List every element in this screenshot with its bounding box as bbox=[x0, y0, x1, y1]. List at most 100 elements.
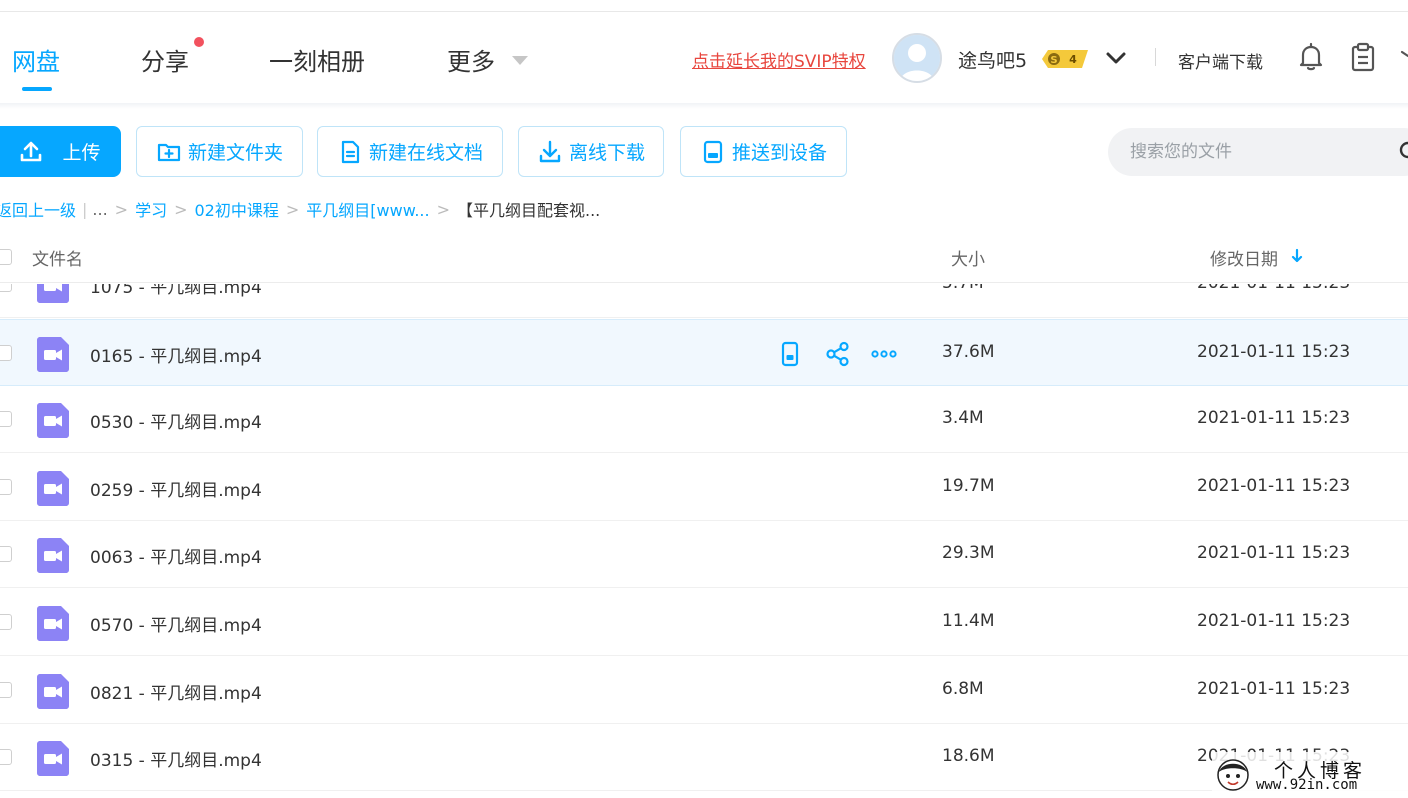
table-row[interactable]: 0821 - 平几纲目.mp4 6.8M 2021-01-11 15:23 bbox=[0, 657, 1408, 724]
share-notification-dot bbox=[194, 37, 204, 47]
breadcrumb-separator: > bbox=[174, 199, 188, 219]
file-size: 18.6M bbox=[942, 746, 995, 766]
table-row[interactable]: 0315 - 平几纲目.mp418.6M2021-01-11 15:23 bbox=[0, 724, 1408, 791]
table-row[interactable]: 0063 - 平几纲目.mp4 29.3M 2021-01-11 15:23 bbox=[0, 521, 1408, 588]
file-name[interactable]: 1075 - 平几纲目.mp4 bbox=[90, 284, 262, 298]
file-size: 5.7M bbox=[942, 284, 984, 293]
sort-descending-icon[interactable] bbox=[1290, 248, 1304, 264]
breadcrumb-divider: | bbox=[82, 199, 88, 219]
new-folder-label: 新建文件夹 bbox=[187, 142, 283, 164]
username[interactable]: 途鸟吧5 bbox=[958, 46, 1027, 73]
new-folder-button[interactable]: 新建文件夹 bbox=[136, 126, 303, 177]
table-row[interactable]: 1075 - 平几纲目.mp4 5.7M 2021-01-11 15:23 bbox=[0, 284, 1408, 318]
row-checkbox[interactable] bbox=[0, 682, 12, 698]
breadcrumb-item[interactable]: 平几纲目[www... bbox=[306, 197, 429, 221]
file-modified-date: 2021-01-11 15:23 bbox=[1197, 611, 1351, 631]
file-name[interactable]: 0063 - 平几纲目.mp4 bbox=[90, 543, 262, 568]
header-divider bbox=[1155, 48, 1156, 66]
table-row[interactable]: 0259 - 平几纲目.mp4 19.7M 2021-01-11 15:23 bbox=[0, 454, 1408, 521]
nav-tab-more[interactable]: 更多 bbox=[447, 42, 495, 77]
file-modified-date: 2021-01-11 15:23 bbox=[1197, 284, 1350, 293]
breadcrumb-back-link[interactable]: 返回上一级 bbox=[0, 197, 76, 221]
table-row[interactable]: 0530 - 平几纲目.mp4 3.4M 2021-01-11 15:23 bbox=[0, 386, 1408, 453]
video-file-icon bbox=[37, 606, 69, 641]
file-modified-date: 2021-01-11 15:23 bbox=[1197, 476, 1351, 496]
file-name[interactable]: 0315 - 平几纲目.mp4 bbox=[90, 746, 262, 771]
file-name[interactable]: 0259 - 平几纲目.mp4 bbox=[90, 476, 262, 501]
search-input[interactable] bbox=[1130, 138, 1390, 166]
file-size: 6.8M bbox=[942, 679, 984, 699]
more-caret-icon[interactable] bbox=[512, 56, 528, 65]
breadcrumb-ellipsis[interactable]: ... bbox=[92, 200, 107, 219]
row-checkbox[interactable] bbox=[0, 546, 12, 562]
file-size: 37.6M bbox=[942, 342, 995, 362]
upload-label: 上传 bbox=[62, 142, 101, 164]
offline-download-label: 离线下载 bbox=[568, 142, 645, 164]
svip-extend-link[interactable]: 点击延长我的SVIP特权 bbox=[692, 47, 866, 72]
video-file-icon bbox=[37, 538, 69, 573]
client-download-link[interactable]: 客户端下载 bbox=[1178, 48, 1263, 73]
share-icon[interactable] bbox=[824, 340, 852, 368]
upload-button[interactable]: 上传 bbox=[0, 126, 121, 177]
file-modified-date: 2021-01-11 15:23 bbox=[1197, 342, 1351, 362]
new-online-doc-label: 新建在线文档 bbox=[368, 142, 483, 164]
file-name[interactable]: 0821 - 平几纲目.mp4 bbox=[90, 679, 262, 704]
video-file-icon bbox=[37, 403, 69, 438]
more-options-icon[interactable] bbox=[870, 340, 898, 368]
watermark-url: www.92in.com bbox=[1256, 777, 1358, 793]
file-name[interactable]: 0165 - 平几纲目.mp4 bbox=[90, 342, 262, 367]
file-name[interactable]: 0570 - 平几纲目.mp4 bbox=[90, 611, 262, 636]
column-header-name[interactable]: 文件名 bbox=[32, 245, 83, 270]
table-row[interactable]: 0165 - 平几纲目.mp4 37.6M 2021-01-11 15:23 bbox=[0, 319, 1408, 386]
nav-tab-album[interactable]: 一刻相册 bbox=[269, 42, 365, 77]
avatar[interactable] bbox=[892, 33, 942, 83]
breadcrumb-item[interactable]: 学习 bbox=[135, 197, 167, 221]
breadcrumb-separator: > bbox=[285, 199, 300, 219]
settings-edge-icon[interactable] bbox=[1398, 42, 1408, 72]
folder-plus-icon bbox=[157, 143, 181, 161]
file-table-header: 文件名 大小 修改日期 bbox=[0, 233, 1408, 283]
row-checkbox[interactable] bbox=[0, 749, 12, 765]
svip-level-badge-icon: S 4 bbox=[1042, 50, 1088, 68]
row-checkbox[interactable] bbox=[0, 345, 12, 361]
search-icon[interactable] bbox=[1398, 140, 1408, 164]
row-checkbox[interactable] bbox=[0, 479, 12, 495]
search-box bbox=[1108, 128, 1408, 176]
row-checkbox[interactable] bbox=[0, 411, 12, 427]
select-all-checkbox[interactable] bbox=[0, 249, 12, 265]
file-size: 11.4M bbox=[942, 611, 995, 631]
file-size: 29.3M bbox=[942, 543, 995, 563]
new-online-doc-button[interactable]: 新建在线文档 bbox=[317, 126, 503, 177]
clipboard-icon[interactable] bbox=[1349, 42, 1377, 72]
file-modified-date: 2021-01-11 15:23 bbox=[1197, 408, 1351, 428]
document-icon bbox=[341, 140, 360, 163]
video-file-icon bbox=[37, 741, 69, 776]
push-to-device-label: 推送到设备 bbox=[731, 142, 827, 164]
nav-tab-netdisk[interactable]: 网盘 bbox=[12, 42, 60, 77]
upload-icon bbox=[21, 141, 42, 161]
video-file-icon bbox=[37, 284, 69, 303]
push-to-device-button[interactable]: 推送到设备 bbox=[680, 126, 847, 177]
bell-icon[interactable] bbox=[1297, 42, 1325, 72]
video-file-icon bbox=[37, 674, 69, 709]
video-file-icon bbox=[37, 337, 69, 372]
chevron-down-icon[interactable] bbox=[1104, 48, 1128, 68]
column-header-date[interactable]: 修改日期 bbox=[1210, 245, 1278, 270]
push-device-icon[interactable] bbox=[776, 340, 804, 368]
row-checkbox[interactable] bbox=[0, 614, 12, 630]
video-file-icon bbox=[37, 471, 69, 506]
badge-level: 4 bbox=[1069, 53, 1077, 66]
nav-active-indicator bbox=[22, 87, 52, 91]
table-row[interactable]: 0570 - 平几纲目.mp4 11.4M 2021-01-11 15:23 bbox=[0, 589, 1408, 656]
breadcrumb-separator: > bbox=[114, 199, 129, 219]
header-shadow bbox=[0, 103, 1408, 109]
file-name[interactable]: 0530 - 平几纲目.mp4 bbox=[90, 408, 262, 433]
badge-symbol: S bbox=[1050, 55, 1057, 66]
blog-watermark: 个人博客 www.92in.com bbox=[1212, 752, 1408, 798]
offline-download-button[interactable]: 离线下载 bbox=[518, 126, 664, 177]
breadcrumb-item[interactable]: 02初中课程 bbox=[195, 197, 279, 221]
column-header-size[interactable]: 大小 bbox=[951, 245, 985, 270]
user-silhouette-icon bbox=[894, 35, 940, 81]
nav-tab-share[interactable]: 分享 bbox=[141, 42, 189, 77]
row-checkbox[interactable] bbox=[0, 284, 12, 292]
